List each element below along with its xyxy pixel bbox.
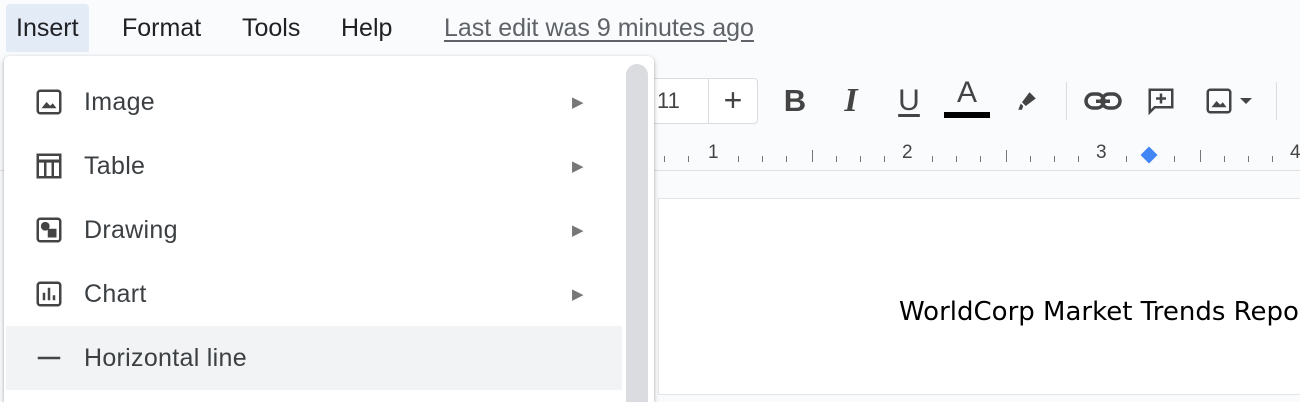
ruler-tick — [1126, 156, 1127, 162]
ruler-tick — [1200, 150, 1201, 162]
italic-button[interactable]: I — [828, 78, 874, 124]
ruler-tick — [738, 156, 739, 162]
text-color-swatch — [944, 112, 990, 118]
chevron-down-icon — [1240, 98, 1252, 104]
underline-button[interactable]: U — [886, 78, 932, 124]
menu-format[interactable]: Format — [112, 4, 211, 52]
drawing-icon — [34, 215, 64, 245]
menu-tools[interactable]: Tools — [232, 4, 310, 52]
menu-insert[interactable]: Insert — [6, 4, 89, 52]
submenu-arrow-icon: ▶ — [572, 94, 584, 111]
add-comment-icon — [1148, 88, 1174, 116]
ruler-tick — [1272, 156, 1273, 162]
insert-menu-chart[interactable]: Chart ▶ — [6, 262, 622, 326]
submenu-arrow-icon: ▶ — [572, 286, 584, 303]
bold-button[interactable]: B — [772, 78, 818, 124]
ruler-tick — [980, 156, 981, 162]
menu-bar: Insert Format Tools Help Last edit was 9… — [0, 0, 1300, 56]
ruler-tick — [1030, 156, 1031, 162]
text-color-letter: A — [956, 76, 977, 109]
ruler-tick — [664, 156, 665, 162]
add-comment-button[interactable] — [1138, 78, 1184, 124]
ruler-tick — [884, 156, 885, 162]
ruler-tick — [762, 156, 763, 162]
image-icon — [34, 87, 64, 117]
ruler-tick — [836, 156, 837, 162]
insert-menu-table[interactable]: Table ▶ — [6, 134, 622, 198]
insert-menu-dropdown: Image ▶ Table ▶ Drawing ▶ Chart ▶ Horizo… — [4, 56, 654, 402]
menu-item-label: Image — [84, 87, 155, 116]
ruler-tick — [812, 150, 813, 162]
ruler-number: 2 — [902, 142, 913, 163]
table-icon — [34, 151, 64, 181]
ruler-tick — [956, 156, 957, 162]
menu-scrollbar[interactable] — [626, 64, 648, 402]
ruler-tick — [932, 156, 933, 162]
highlight-color-button[interactable] — [1004, 78, 1050, 124]
insert-menu-horizontal-line[interactable]: Horizontal line — [6, 326, 622, 390]
submenu-arrow-icon: ▶ — [572, 158, 584, 175]
font-size-input[interactable]: 11 — [648, 78, 710, 124]
insert-menu-drawing[interactable]: Drawing ▶ — [6, 198, 622, 262]
insert-menu-image[interactable]: Image ▶ — [6, 70, 622, 134]
last-edit-link[interactable]: Last edit was 9 minutes ago — [444, 4, 754, 52]
menu-item-label: Table — [84, 151, 146, 180]
ruler-tick — [1224, 156, 1225, 162]
ruler-tick — [860, 156, 861, 162]
toolbar-divider — [1066, 82, 1067, 120]
menu-item-label: Drawing — [84, 215, 178, 244]
menu-item-label: Horizontal line — [84, 343, 247, 372]
ruler-tick — [1006, 150, 1007, 162]
menu-item-label: Chart — [84, 279, 147, 308]
menu-help[interactable]: Help — [331, 4, 402, 52]
ruler-tick — [786, 156, 787, 162]
ruler-number: 1 — [708, 142, 719, 163]
ruler-tick — [1174, 156, 1175, 162]
image-icon — [1206, 88, 1232, 114]
ruler-tick — [688, 156, 689, 162]
indent-marker[interactable] — [1140, 146, 1158, 164]
ruler-number: 3 — [1096, 142, 1107, 163]
submenu-arrow-icon: ▶ — [572, 222, 584, 239]
insert-image-button[interactable] — [1196, 78, 1262, 124]
ruler-number: 4 — [1290, 142, 1300, 163]
insert-link-button[interactable] — [1080, 78, 1126, 124]
ruler-tick — [1054, 156, 1055, 162]
link-icon — [1084, 92, 1122, 110]
ruler-tick — [1248, 156, 1249, 162]
increase-font-size-button[interactable]: + — [708, 78, 758, 124]
ruler-tick — [1078, 156, 1079, 162]
chart-icon — [34, 279, 64, 309]
highlighter-icon — [1018, 92, 1036, 110]
toolbar-divider — [1276, 82, 1277, 120]
text-color-button[interactable]: A — [944, 78, 990, 124]
document-page[interactable]: WorldCorp Market Trends Repo — [658, 198, 1300, 395]
document-title-text[interactable]: WorldCorp Market Trends Repo — [899, 297, 1299, 327]
horizontal-line-icon — [34, 343, 64, 373]
